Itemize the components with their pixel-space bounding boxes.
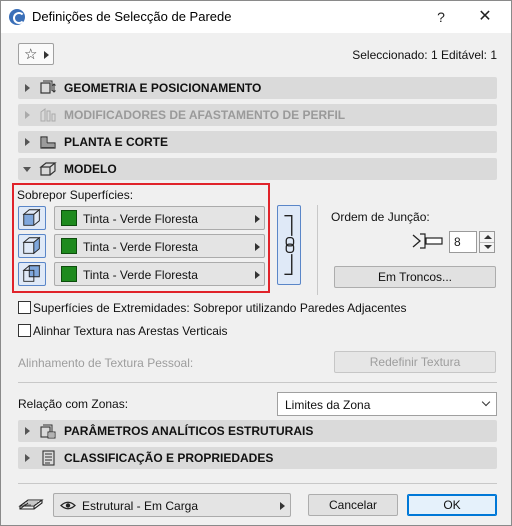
structural-analytic-icon bbox=[40, 424, 56, 439]
material-swatch bbox=[61, 238, 77, 254]
surface-inside-material-picker[interactable]: Tinta - Verde Floresta bbox=[54, 262, 265, 286]
in-trunks-button[interactable]: Em Troncos... bbox=[334, 266, 496, 288]
chevron-down-icon bbox=[481, 397, 491, 407]
profile-modifier-icon bbox=[40, 108, 56, 122]
end-surfaces-checkbox[interactable] bbox=[18, 301, 31, 314]
surface-inside-toggle[interactable] bbox=[18, 262, 46, 286]
help-button[interactable]: ? bbox=[425, 5, 457, 29]
panel-structural-label: PARÂMETROS ANALÍTICOS ESTRUTURAIS bbox=[64, 424, 314, 438]
panel-geometry-label: GEOMETRIA E POSICIONAMENTO bbox=[64, 81, 262, 95]
classification-icon bbox=[42, 450, 55, 466]
layer-picker[interactable]: Estrutural - Em Carga bbox=[53, 493, 291, 517]
stepper-down-icon[interactable] bbox=[484, 245, 492, 249]
layer-name: Estrutural - Em Carga bbox=[82, 499, 199, 513]
triangle-right-icon bbox=[255, 215, 260, 223]
surface-row-inside: Tinta - Verde Floresta bbox=[18, 262, 267, 286]
close-button[interactable]: ✕ bbox=[467, 5, 503, 29]
surface-row-outside: Tinta - Verde Floresta bbox=[18, 206, 267, 230]
wall-face-inside-icon bbox=[22, 265, 41, 282]
align-texture-checkbox[interactable] bbox=[18, 324, 31, 337]
join-order-label: Ordem de Junção: bbox=[331, 210, 430, 224]
panel-profile-modifiers-header[interactable]: MODIFICADORES DE AFASTAMENTO DE PERFIL bbox=[18, 104, 497, 126]
wall-face-edge-icon bbox=[22, 236, 41, 255]
surface-row-edge: Tinta - Verde Floresta bbox=[18, 234, 267, 258]
panel-profile-modifiers-label: MODIFICADORES DE AFASTAMENTO DE PERFIL bbox=[64, 108, 346, 122]
ok-button[interactable]: OK bbox=[407, 494, 497, 516]
zone-relation-select[interactable]: Limites da Zona bbox=[277, 392, 497, 416]
join-order-icon bbox=[412, 233, 443, 249]
chain-link-icon bbox=[284, 214, 295, 276]
zone-relation-value: Limites da Zona bbox=[285, 398, 371, 412]
expand-arrow-icon bbox=[25, 427, 30, 435]
horizontal-separator bbox=[18, 483, 497, 484]
geometry-icon bbox=[40, 80, 56, 94]
join-order-input[interactable]: 8 bbox=[449, 231, 477, 253]
archicad-app-icon bbox=[9, 9, 25, 25]
model-icon bbox=[39, 162, 57, 176]
dialog-content: ☆ Seleccionado: 1 Editável: 1 GEOMETRIA … bbox=[1, 33, 511, 525]
panel-classification-label: CLASSIFICAÇÃO E PROPRIEDADES bbox=[64, 451, 274, 465]
triangle-right-icon bbox=[44, 51, 49, 59]
wall-face-outside-icon bbox=[22, 208, 41, 226]
chain-surfaces-button[interactable] bbox=[277, 205, 301, 285]
surface-edge-material-picker[interactable]: Tinta - Verde Floresta bbox=[54, 234, 265, 258]
reset-texture-button[interactable]: Redefinir Textura bbox=[334, 351, 496, 373]
panel-geometry-header[interactable]: GEOMETRIA E POSICIONAMENTO bbox=[18, 77, 497, 99]
panel-model-header[interactable]: MODELO bbox=[18, 158, 497, 180]
dialog-window: Definições de Selecção de Parede ? ✕ ☆ S… bbox=[0, 0, 512, 526]
join-order-stepper[interactable] bbox=[479, 231, 495, 253]
expand-arrow-icon bbox=[25, 454, 30, 462]
material-swatch bbox=[61, 210, 77, 226]
cancel-button[interactable]: Cancelar bbox=[308, 494, 398, 516]
expand-arrow-icon bbox=[25, 84, 30, 92]
triangle-right-icon bbox=[255, 271, 260, 279]
layer-icon bbox=[18, 499, 44, 510]
end-surfaces-label: Superfícies de Extremidades: Sobrepor ut… bbox=[33, 301, 407, 315]
material-name: Tinta - Verde Floresta bbox=[83, 268, 198, 282]
title-bar: Definições de Selecção de Parede ? ✕ bbox=[1, 1, 511, 33]
panel-structural-header[interactable]: PARÂMETROS ANALÍTICOS ESTRUTURAIS bbox=[18, 420, 497, 442]
align-texture-label: Alinhar Textura nas Arestas Verticais bbox=[33, 324, 228, 338]
vertical-separator bbox=[317, 205, 318, 295]
override-surfaces-label: Sobrepor Superfícies: bbox=[17, 188, 134, 202]
surface-outside-toggle[interactable] bbox=[18, 206, 46, 230]
material-swatch bbox=[61, 266, 77, 282]
horizontal-separator bbox=[18, 382, 497, 383]
selection-info: Seleccionado: 1 Editável: 1 bbox=[352, 48, 497, 62]
favorites-button[interactable]: ☆ bbox=[18, 43, 54, 65]
triangle-right-icon bbox=[255, 243, 260, 251]
panel-model-label: MODELO bbox=[64, 162, 117, 176]
panel-plan-section-header[interactable]: PLANTA E CORTE bbox=[18, 131, 497, 153]
material-name: Tinta - Verde Floresta bbox=[83, 212, 198, 226]
material-name: Tinta - Verde Floresta bbox=[83, 240, 198, 254]
triangle-right-icon bbox=[280, 502, 285, 510]
expand-arrow-icon bbox=[25, 138, 30, 146]
eye-icon bbox=[60, 501, 76, 510]
panel-classification-header[interactable]: CLASSIFICAÇÃO E PROPRIEDADES bbox=[18, 447, 497, 469]
surface-edge-toggle[interactable] bbox=[18, 234, 46, 258]
star-icon: ☆ bbox=[24, 46, 38, 63]
stepper-up-icon[interactable] bbox=[484, 235, 492, 239]
zone-relation-label: Relação com Zonas: bbox=[18, 397, 129, 411]
plan-section-icon bbox=[40, 136, 56, 149]
surface-outside-material-picker[interactable]: Tinta - Verde Floresta bbox=[54, 206, 265, 230]
expand-arrow-icon bbox=[25, 111, 30, 119]
panel-plan-section-label: PLANTA E CORTE bbox=[64, 135, 168, 149]
collapse-arrow-icon bbox=[23, 167, 31, 172]
custom-texture-label: Alinhamento de Textura Pessoal: bbox=[18, 356, 194, 370]
dialog-title: Definições de Selecção de Parede bbox=[32, 9, 232, 24]
